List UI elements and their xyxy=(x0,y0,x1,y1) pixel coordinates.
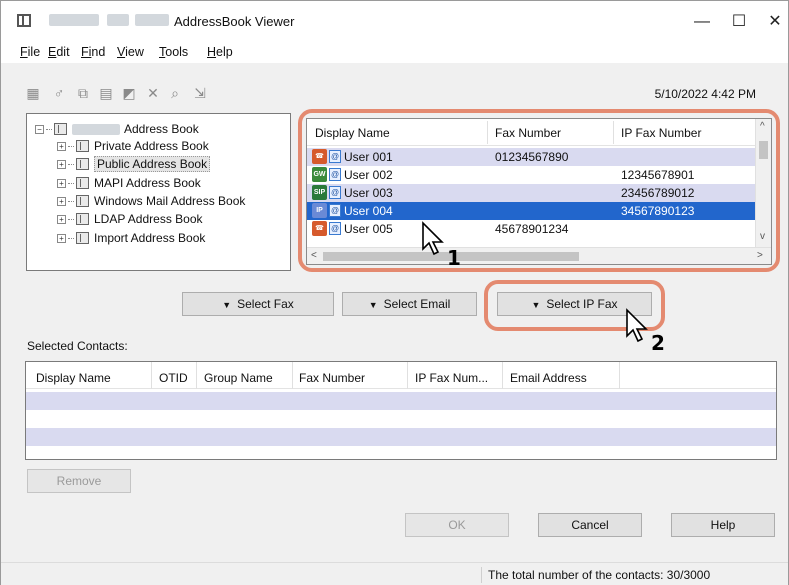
cancel-button[interactable]: Cancel xyxy=(538,513,642,537)
menu-edit[interactable]: Edit xyxy=(48,45,70,59)
minimize-button[interactable]: — xyxy=(682,9,722,35)
menu-tools[interactable]: Tools xyxy=(159,45,188,59)
redacted-text xyxy=(72,123,120,135)
collapse-icon[interactable]: − xyxy=(35,124,44,134)
book-icon xyxy=(76,232,89,244)
dropdown-arrow-icon: ▼ xyxy=(222,300,232,310)
tree-item-private[interactable]: + Private Address Book xyxy=(57,137,209,155)
expand-icon[interactable]: + xyxy=(57,214,66,224)
tree-item-label: Public Address Book xyxy=(94,156,211,172)
callout-number: 2 xyxy=(651,331,665,355)
book-icon xyxy=(76,140,89,152)
tree-item-label: Private Address Book xyxy=(94,139,209,153)
menu-view[interactable]: View xyxy=(117,45,144,59)
tree-item-label: Import Address Book xyxy=(94,231,206,245)
column-ip-fax-number[interactable]: IP Fax Num... xyxy=(415,371,488,385)
tree-item-ldap[interactable]: + LDAP Address Book xyxy=(57,210,203,228)
expand-icon[interactable]: + xyxy=(57,196,66,206)
paste-icon[interactable]: ▤ xyxy=(98,85,114,101)
menu-file[interactable]: File xyxy=(20,45,40,59)
dropdown-arrow-icon: ▼ xyxy=(368,300,378,310)
maximize-button[interactable]: ☐ xyxy=(719,9,759,35)
column-display-name[interactable]: Display Name xyxy=(36,371,111,385)
expand-icon[interactable]: + xyxy=(57,159,66,169)
book-icon xyxy=(76,195,89,207)
cursor-icon xyxy=(422,221,444,256)
expand-icon[interactable]: + xyxy=(57,233,66,243)
table-row xyxy=(26,428,776,446)
redacted-text xyxy=(49,14,99,26)
tree-root-label: Address Book xyxy=(124,122,199,136)
selected-contacts-table[interactable]: Display Name OTID Group Name Fax Number … xyxy=(25,361,777,460)
book-icon xyxy=(76,177,89,189)
column-email-address[interactable]: Email Address xyxy=(510,371,587,385)
remove-button[interactable]: Remove xyxy=(27,469,131,493)
menu-find[interactable]: Find xyxy=(81,45,105,59)
expand-icon[interactable]: + xyxy=(57,141,66,151)
tree-item-windows-mail[interactable]: + Windows Mail Address Book xyxy=(57,192,245,210)
menu-bar: File Edit Find View Tools Help xyxy=(1,41,788,63)
book-icon xyxy=(76,158,89,170)
select-fax-button[interactable]: ▼ Select Fax xyxy=(182,292,334,316)
expand-icon[interactable]: + xyxy=(57,178,66,188)
cursor-icon xyxy=(626,308,648,343)
tree-item-import[interactable]: + Import Address Book xyxy=(57,229,205,247)
select-email-button[interactable]: ▼ Select Email xyxy=(342,292,477,316)
address-book-tree[interactable]: − Address Book + Private Address Book + … xyxy=(26,113,291,271)
status-bar: The total number of the contacts: 30/300… xyxy=(1,562,788,585)
table-row xyxy=(26,392,776,410)
delete-icon[interactable]: ✕ xyxy=(145,85,161,101)
ok-button[interactable]: OK xyxy=(405,513,509,537)
new-entry-icon[interactable]: ▦ xyxy=(25,85,41,101)
book-icon xyxy=(76,213,89,225)
copy-icon[interactable]: ⧉ xyxy=(75,85,91,101)
menu-help[interactable]: Help xyxy=(207,45,233,59)
redacted-text xyxy=(107,14,129,26)
properties-icon[interactable]: ◩ xyxy=(121,85,137,101)
addressbook-window: AddressBook Viewer — ☐ ✕ File Edit Find … xyxy=(0,0,789,585)
callout-number: 1 xyxy=(447,246,461,270)
column-fax-number[interactable]: Fax Number xyxy=(299,371,365,385)
table-header: Display Name OTID Group Name Fax Number … xyxy=(26,362,776,389)
selected-contacts-label: Selected Contacts: xyxy=(27,339,128,353)
tree-item-label: MAPI Address Book xyxy=(94,176,201,190)
close-button[interactable]: ✕ xyxy=(755,9,789,35)
datetime: 5/10/2022 4:42 PM xyxy=(654,87,756,101)
column-otid[interactable]: OTID xyxy=(159,371,188,385)
book-icon xyxy=(54,123,67,135)
tree-item-mapi[interactable]: + MAPI Address Book xyxy=(57,174,201,192)
tree-item-label: Windows Mail Address Book xyxy=(94,194,246,208)
tree-item-public[interactable]: + Public Address Book xyxy=(57,155,211,173)
window-title: AddressBook Viewer xyxy=(174,14,295,29)
new-group-icon[interactable]: ♂ xyxy=(51,85,67,101)
app-icon xyxy=(17,14,31,27)
import-icon[interactable]: ⇲ xyxy=(192,85,208,101)
tree-root[interactable]: − Address Book xyxy=(35,120,199,138)
callout-highlight xyxy=(298,109,780,272)
search-icon[interactable]: ⌕ xyxy=(167,85,183,101)
help-button[interactable]: Help xyxy=(671,513,775,537)
tree-item-label: LDAP Address Book xyxy=(94,212,203,226)
contact-count-status: The total number of the contacts: 30/300… xyxy=(488,568,711,582)
column-group-name[interactable]: Group Name xyxy=(204,371,273,385)
title-bar: AddressBook Viewer — ☐ ✕ xyxy=(1,1,788,41)
redacted-text xyxy=(135,14,169,26)
